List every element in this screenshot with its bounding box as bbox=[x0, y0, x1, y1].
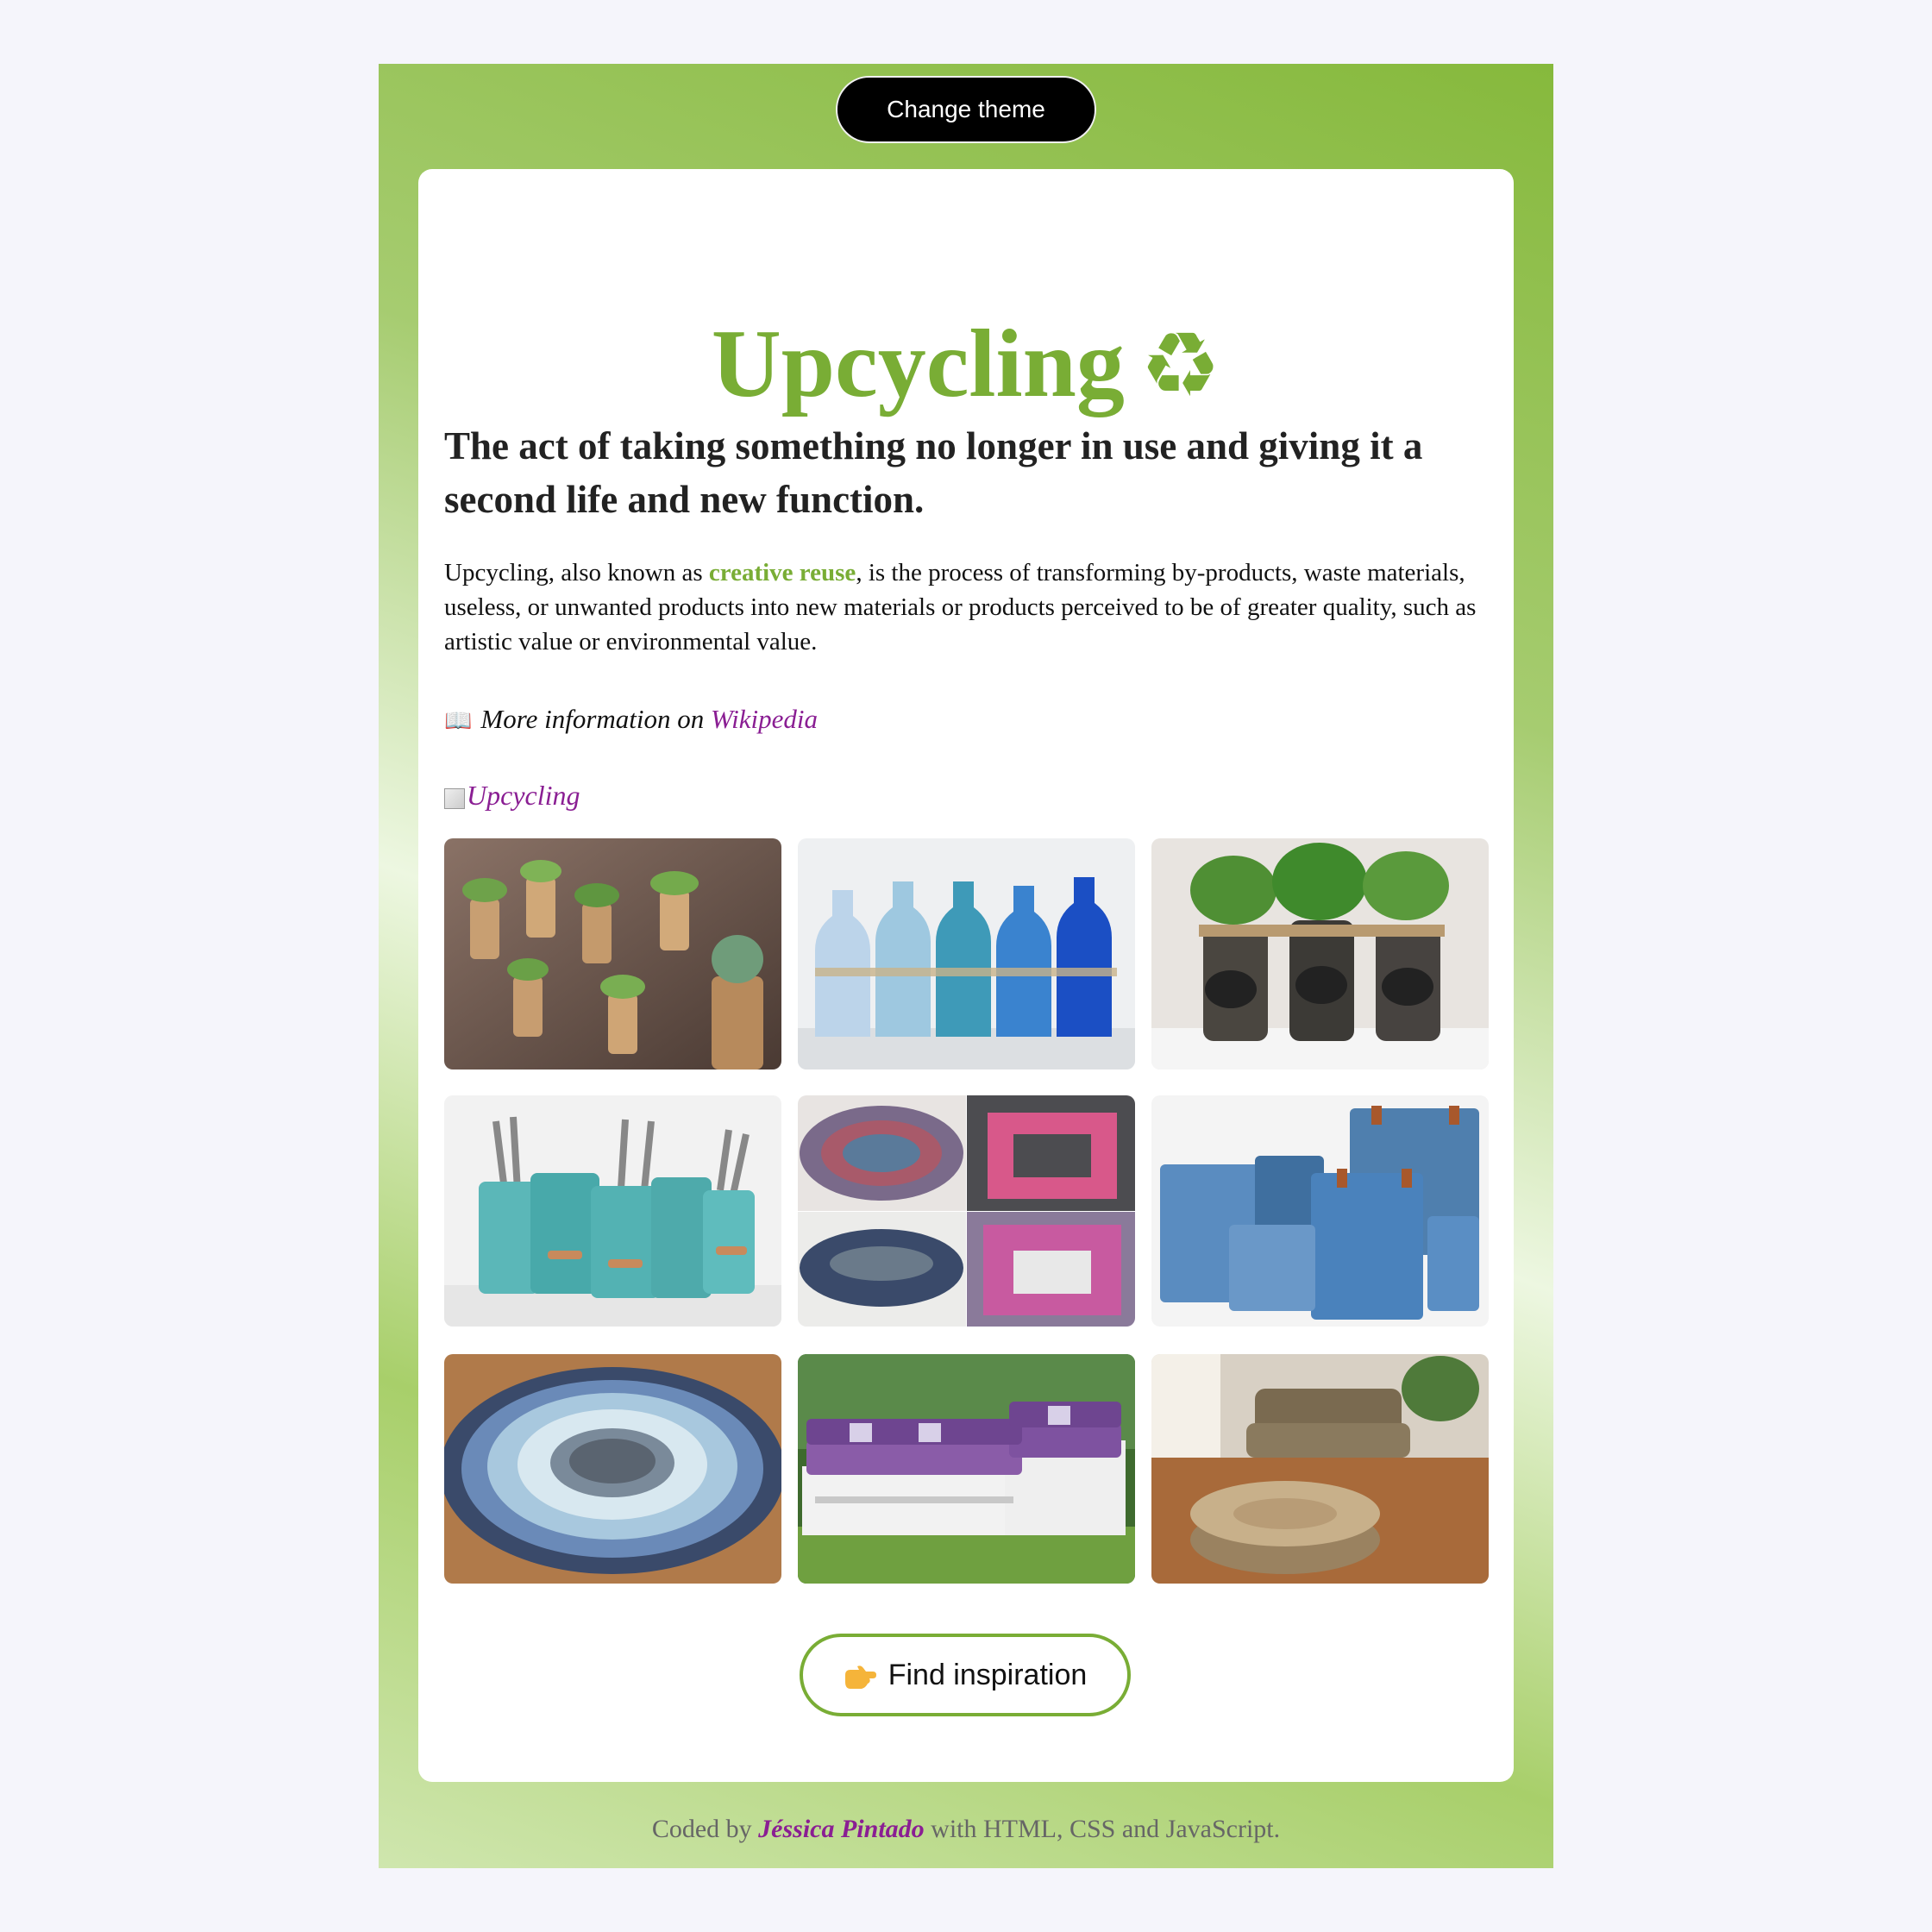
page-frame: Change theme Upcycling ♻ The act of takin… bbox=[379, 64, 1553, 1868]
footer-prefix: Coded by bbox=[651, 1815, 759, 1843]
broken-image[interactable]: Upcycling bbox=[444, 780, 580, 812]
title-text: Upcycling bbox=[711, 310, 1125, 417]
broken-image-alt[interactable]: Upcycling bbox=[467, 780, 580, 811]
pallet-sofa-picture bbox=[798, 1354, 1135, 1584]
wikipedia-link[interactable]: Wikipedia bbox=[711, 704, 818, 734]
rope-ottoman-picture bbox=[1151, 1354, 1489, 1584]
book-icon: 📖 bbox=[444, 708, 473, 734]
gallery-image-rope-ottoman[interactable] bbox=[1151, 1354, 1489, 1584]
change-theme-button[interactable]: Change theme bbox=[836, 76, 1096, 143]
description: Upcycling, also known as creative reuse,… bbox=[444, 555, 1496, 659]
gallery-image-tin-can-caddy[interactable] bbox=[444, 1095, 781, 1327]
find-inspiration-label: Find inspiration bbox=[888, 1658, 1088, 1691]
creative-reuse-highlight: creative reuse bbox=[708, 559, 856, 586]
find-inspiration-button[interactable]: Find inspiration bbox=[800, 1634, 1131, 1716]
jar-herbs-picture bbox=[1151, 838, 1489, 1070]
more-info-text: More information on bbox=[480, 704, 712, 734]
gallery-image-jar-herbs[interactable] bbox=[1151, 838, 1489, 1070]
gallery-image-pallet-sofa[interactable] bbox=[798, 1354, 1135, 1584]
beach-bottles-picture bbox=[798, 838, 1135, 1070]
author-link[interactable]: Jéssica Pintado bbox=[758, 1815, 925, 1843]
page-title: Upcycling ♻ bbox=[418, 316, 1514, 412]
cork-planters-picture bbox=[444, 838, 781, 1070]
subtitle: The act of taking something no longer in… bbox=[444, 424, 1423, 521]
rag-rug-picture bbox=[444, 1354, 781, 1584]
footer: Coded by Jéssica Pintado with HTML, CSS … bbox=[379, 1815, 1553, 1844]
broken-image-icon bbox=[444, 787, 465, 809]
gallery-image-cork-planters[interactable] bbox=[444, 838, 781, 1070]
description-start: Upcycling, also known as bbox=[444, 559, 709, 586]
gallery-image-paper-bowls-frames[interactable] bbox=[798, 1095, 1135, 1327]
tin-can-caddy-picture bbox=[444, 1095, 781, 1327]
gallery-image-denim-baskets[interactable] bbox=[1151, 1095, 1489, 1327]
footer-suffix: with HTML, CSS and JavaScript. bbox=[924, 1815, 1281, 1843]
pointing-hand-icon bbox=[844, 1663, 876, 1690]
recycle-icon: ♻ bbox=[1139, 312, 1221, 417]
content-card: Upcycling ♻ The act of taking something n… bbox=[418, 169, 1514, 1782]
denim-baskets-picture bbox=[1151, 1095, 1489, 1327]
paper-bowls-frames-picture bbox=[798, 1095, 1135, 1327]
gallery-image-rag-rug[interactable] bbox=[444, 1354, 781, 1584]
more-info: 📖 More information on Wikipedia bbox=[444, 704, 818, 735]
gallery-image-beach-bottles[interactable] bbox=[798, 838, 1135, 1070]
